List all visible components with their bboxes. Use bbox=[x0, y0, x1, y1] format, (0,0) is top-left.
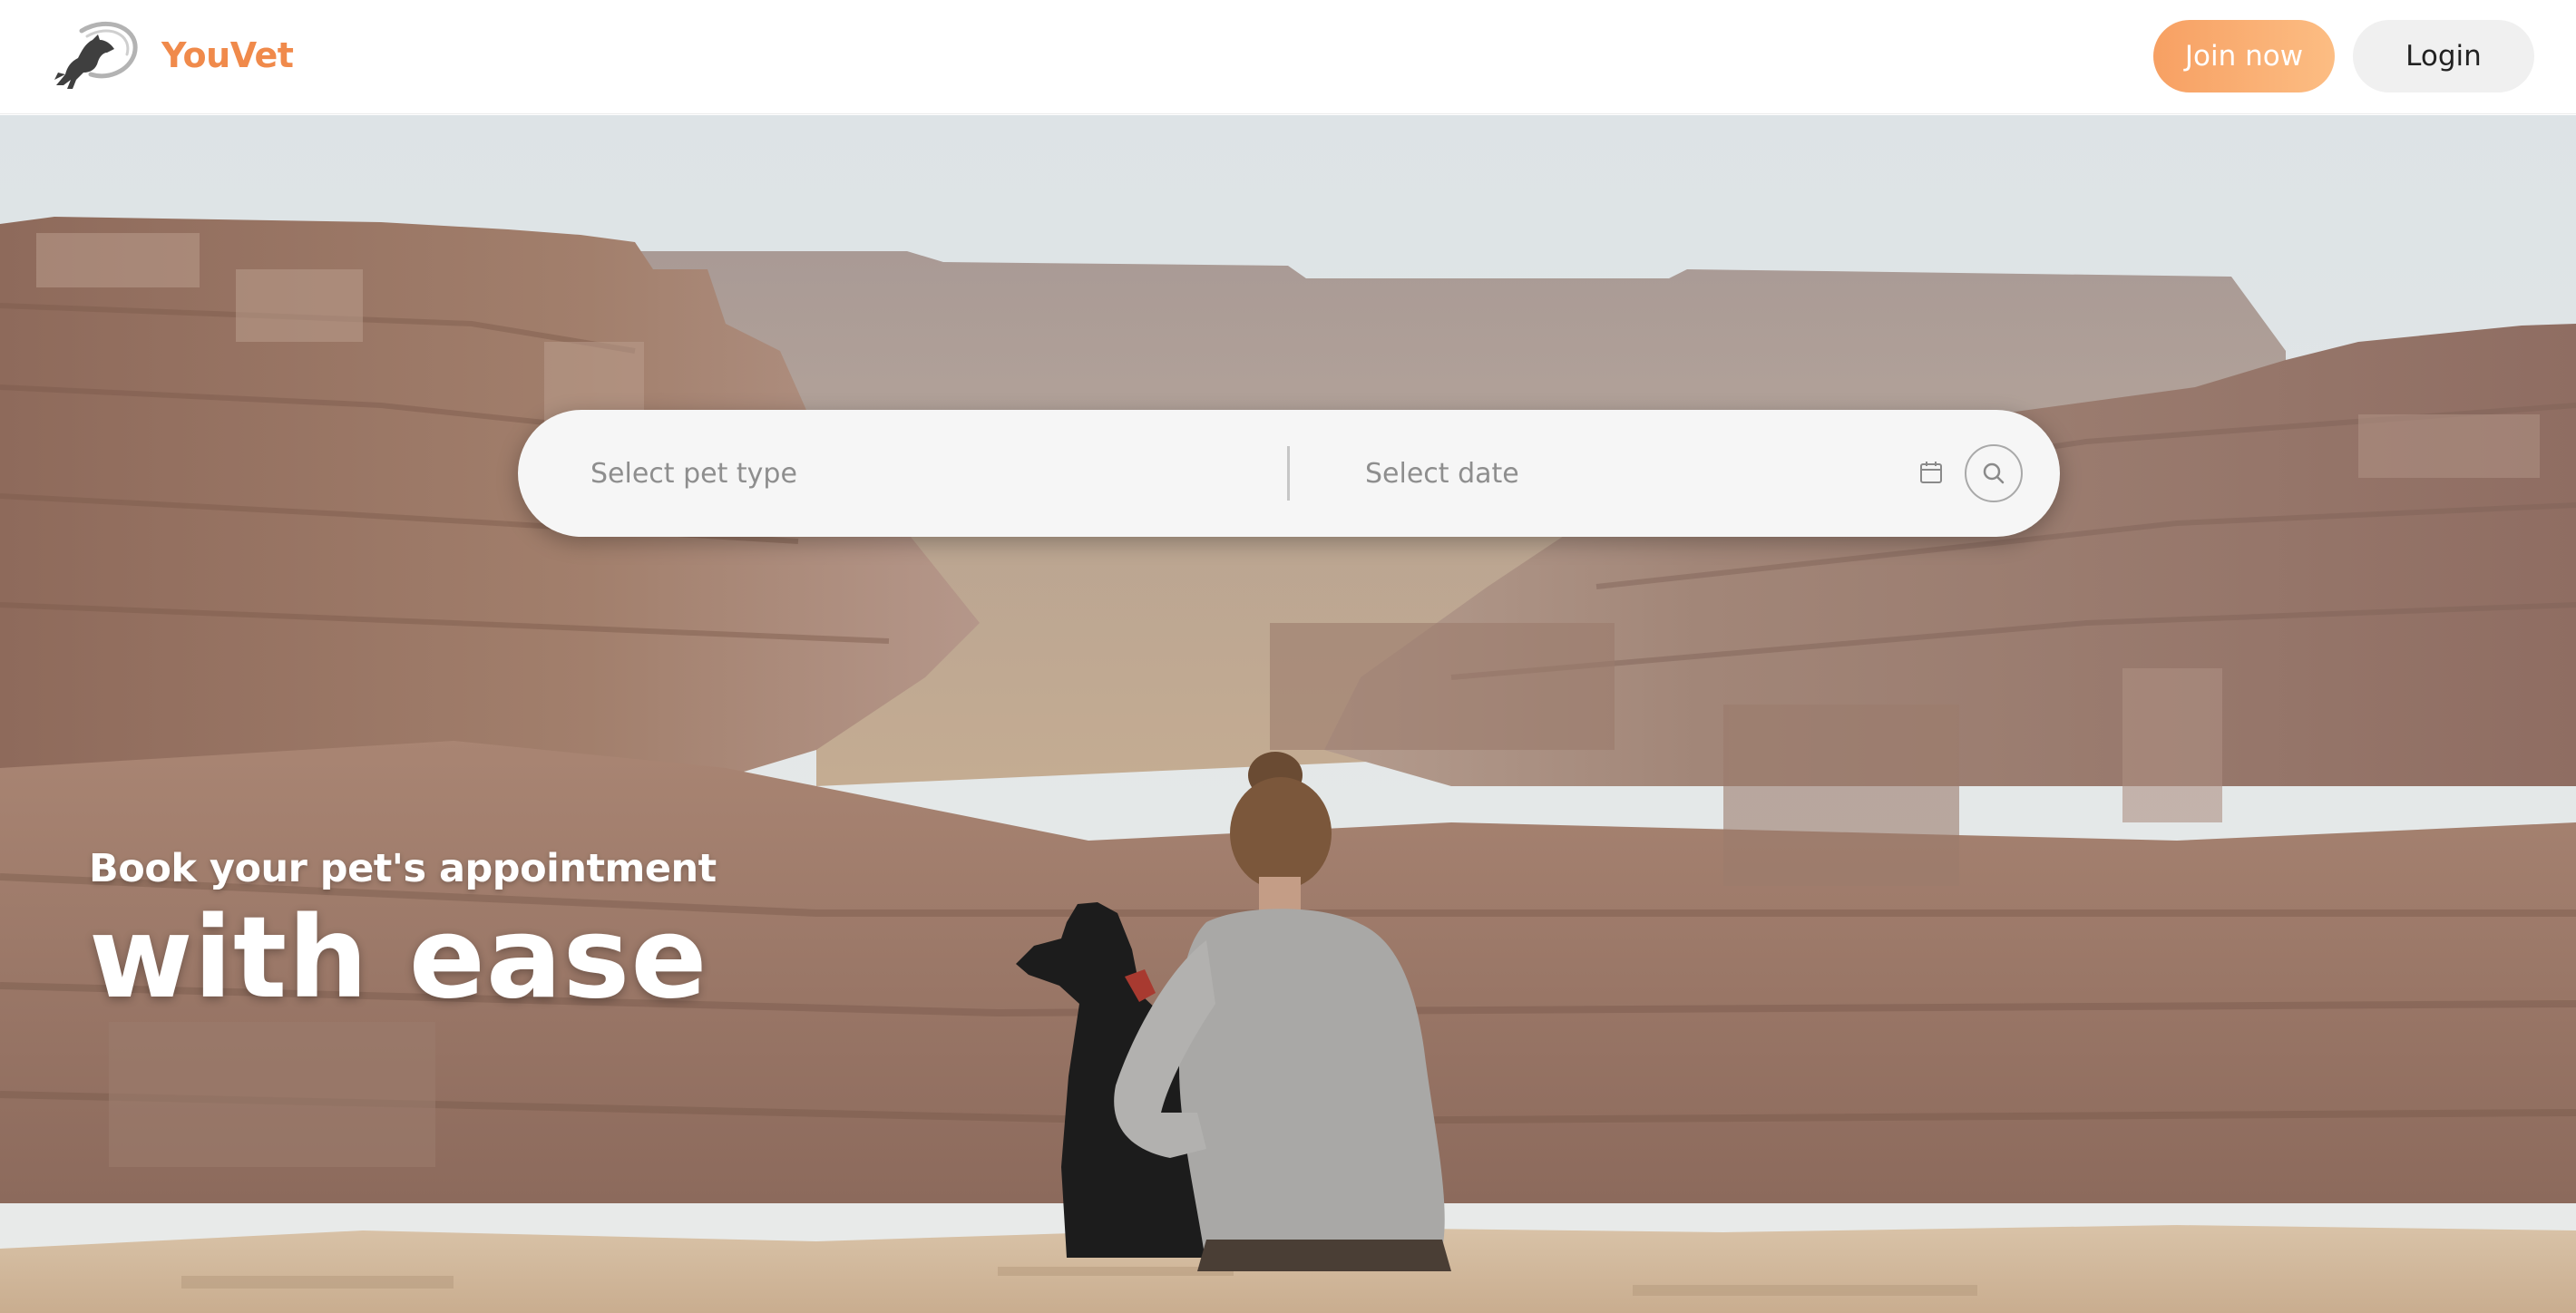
join-now-button[interactable]: Join now bbox=[2153, 20, 2335, 92]
hero-subheading: Book your pet's appointment bbox=[89, 846, 717, 891]
hero-tagline: Book your pet's appointment with ease bbox=[89, 846, 717, 1016]
date-select[interactable] bbox=[1365, 437, 1946, 510]
appointment-search-bar bbox=[518, 410, 2060, 537]
top-navbar: YouVet Join now Login bbox=[0, 0, 2576, 114]
canyon-background-image bbox=[0, 115, 2576, 1313]
brand-name: YouVet bbox=[161, 35, 294, 75]
dog-logo-icon bbox=[54, 21, 138, 89]
pet-type-select[interactable] bbox=[590, 437, 1244, 510]
brand[interactable]: YouVet bbox=[51, 16, 294, 94]
search-divider bbox=[1287, 446, 1290, 501]
hero-heading: with ease bbox=[89, 893, 708, 1024]
calendar-icon[interactable] bbox=[1917, 458, 1946, 487]
login-button[interactable]: Login bbox=[2353, 20, 2534, 92]
search-icon bbox=[1983, 462, 2005, 484]
search-button[interactable] bbox=[1965, 444, 2023, 502]
hero-section: Book your pet's appointment with ease bbox=[0, 115, 2576, 1313]
